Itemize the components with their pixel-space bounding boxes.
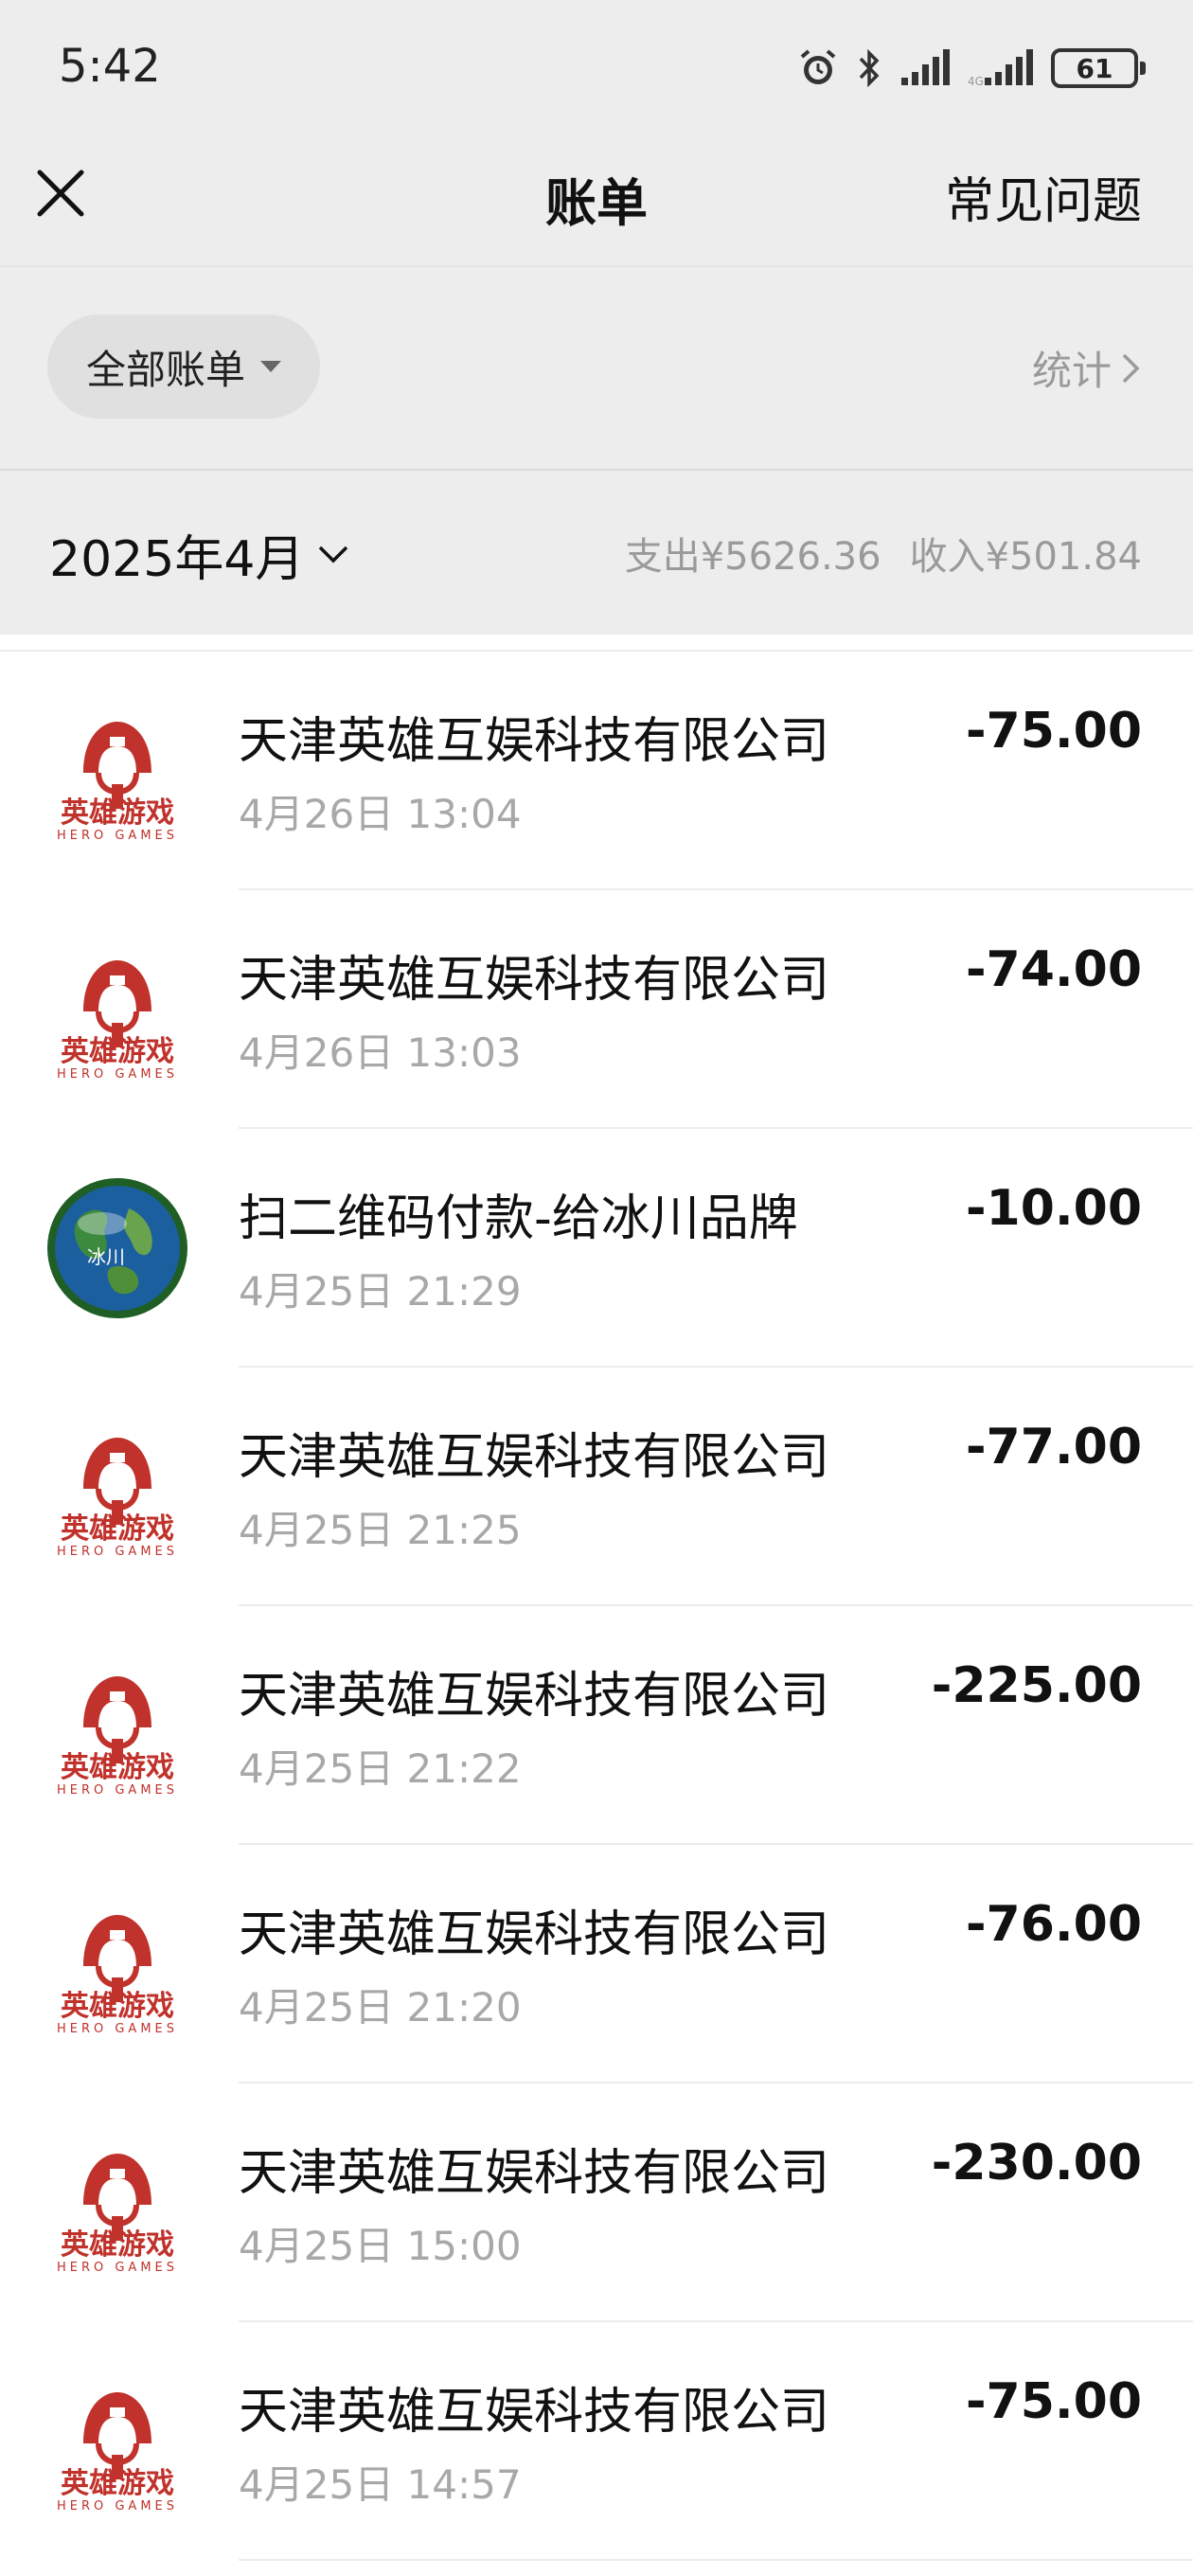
transaction-date: 4月25日 15:00 bbox=[239, 2223, 522, 2269]
transaction-item[interactable]: 英雄游戏 HERO GAMES 天津英雄互娱科技有限公司 4月25日 15:00 -… bbox=[0, 2084, 1193, 2322]
transaction-date: 4月25日 14:57 bbox=[239, 2461, 522, 2508]
chevron-right-icon bbox=[1122, 353, 1140, 383]
transaction-date: 4月25日 21:20 bbox=[239, 1984, 522, 2030]
income-total: 收入¥501.84 bbox=[909, 535, 1142, 579]
logo-subtext: HERO GAMES bbox=[57, 2022, 178, 2036]
bill-filter-label: 全部账单 bbox=[85, 346, 245, 393]
transaction-amount: -10.00 bbox=[965, 1180, 1142, 1237]
transaction-date: 4月26日 13:03 bbox=[239, 1029, 522, 1076]
signal-icon bbox=[901, 49, 950, 85]
logo-subtext: HERO GAMES bbox=[57, 829, 178, 843]
transaction-item[interactable]: 英雄游戏 HERO GAMES 天津英雄互娱科技有限公司 4月26日 13:04 -… bbox=[0, 652, 1193, 890]
divider bbox=[239, 2559, 1193, 2561]
logo-text: 英雄游戏 bbox=[61, 1035, 174, 1068]
hero-games-logo-icon: 英雄游戏 HERO GAMES bbox=[45, 2370, 189, 2513]
transaction-item[interactable]: 英雄游戏 HERO GAMES 天津英雄互娱科技有限公司 4月25日 21:22 -… bbox=[0, 1606, 1193, 1845]
transaction-date: 4月25日 21:22 bbox=[239, 1745, 522, 1792]
merchant-name: 天津英雄互娱科技有限公司 bbox=[239, 713, 830, 770]
transaction-amount: -75.00 bbox=[965, 703, 1142, 760]
logo-subtext: HERO GAMES bbox=[57, 2261, 178, 2275]
chevron-down-icon bbox=[319, 546, 348, 563]
bill-filter-button[interactable]: 全部账单 bbox=[47, 314, 320, 419]
transaction-amount: -230.00 bbox=[931, 2135, 1142, 2191]
transaction-amount: -75.00 bbox=[965, 2373, 1142, 2430]
divider bbox=[0, 469, 1193, 471]
transaction-date: 4月25日 21:29 bbox=[239, 1268, 522, 1315]
logo-text: 英雄游戏 bbox=[61, 1512, 174, 1546]
transaction-item[interactable]: 英雄游戏 HERO GAMES 天津英雄互娱科技有限公司 4月25日 21:25 -… bbox=[0, 1368, 1193, 1606]
transaction-item[interactable]: 冰川 扫二维码付款-给冰川品牌 4月25日 21:29 -10.00 bbox=[0, 1129, 1193, 1368]
faq-link[interactable]: 常见问题 bbox=[945, 161, 1142, 232]
month-label: 2025年4月 bbox=[49, 531, 305, 588]
alarm-icon bbox=[800, 49, 836, 84]
month-selector[interactable]: 2025年4月 bbox=[49, 519, 349, 590]
logo-text: 英雄游戏 bbox=[61, 2467, 174, 2500]
earth-avatar-icon: 冰川 bbox=[45, 1176, 189, 1320]
hero-games-logo-icon: 英雄游戏 HERO GAMES bbox=[45, 938, 189, 1082]
transaction-amount: -76.00 bbox=[965, 1896, 1142, 1953]
merchant-name: 扫二维码付款-给冰川品牌 bbox=[239, 1190, 798, 1247]
transaction-item[interactable]: 英雄游戏 HERO GAMES 天津英雄互娱科技有限公司 4月25日 14:57 -… bbox=[0, 2322, 1193, 2561]
divider bbox=[0, 265, 1193, 267]
merchant-name: 天津英雄互娱科技有限公司 bbox=[239, 2384, 830, 2441]
signal-icon: 4G bbox=[968, 49, 1033, 87]
battery-level: 61 bbox=[1076, 52, 1113, 84]
merchant-name: 天津英雄互娱科技有限公司 bbox=[239, 1906, 830, 1963]
transaction-list: 英雄游戏 HERO GAMES 天津英雄互娱科技有限公司 4月26日 13:04 -… bbox=[0, 652, 1193, 2561]
hero-games-logo-icon: 英雄游戏 HERO GAMES bbox=[45, 1892, 189, 2036]
transaction-amount: -77.00 bbox=[965, 1419, 1142, 1476]
merchant-name: 天津英雄互娱科技有限公司 bbox=[239, 952, 830, 1009]
svg-text:4G: 4G bbox=[968, 75, 984, 87]
hero-games-logo-icon: 英雄游戏 HERO GAMES bbox=[45, 699, 189, 843]
logo-subtext: HERO GAMES bbox=[57, 2499, 178, 2513]
merchant-name: 天津英雄互娱科技有限公司 bbox=[239, 2145, 830, 2202]
transaction-date: 4月25日 21:25 bbox=[239, 1507, 522, 1553]
status-icons: 4G 61 bbox=[797, 42, 1146, 95]
transaction-amount: -74.00 bbox=[965, 941, 1142, 998]
hero-games-logo-icon: 英雄游戏 HERO GAMES bbox=[45, 2131, 189, 2275]
caret-down-icon bbox=[260, 361, 281, 372]
stats-link[interactable]: 统计 bbox=[1032, 339, 1140, 397]
logo-text: 英雄游戏 bbox=[61, 1990, 174, 2023]
merchant-name: 天津英雄互娱科技有限公司 bbox=[239, 1668, 830, 1725]
transaction-item[interactable]: 英雄游戏 HERO GAMES 天津英雄互娱科技有限公司 4月26日 13:03 -… bbox=[0, 890, 1193, 1129]
logo-text: 英雄游戏 bbox=[61, 796, 174, 830]
transaction-date: 4月26日 13:04 bbox=[239, 791, 522, 837]
status-time: 5:42 bbox=[59, 40, 161, 93]
expense-total: 支出¥5626.36 bbox=[624, 535, 881, 579]
logo-subtext: HERO GAMES bbox=[57, 1545, 178, 1559]
merchant-name: 天津英雄互娱科技有限公司 bbox=[239, 1429, 830, 1486]
transaction-item[interactable]: 英雄游戏 HERO GAMES 天津英雄互娱科技有限公司 4月25日 21:20 -… bbox=[0, 1845, 1193, 2084]
hero-games-logo-icon: 英雄游戏 HERO GAMES bbox=[45, 1415, 189, 1559]
logo-subtext: HERO GAMES bbox=[57, 1067, 178, 1082]
logo-subtext: HERO GAMES bbox=[57, 1783, 178, 1798]
logo-text: 英雄游戏 bbox=[61, 2228, 174, 2262]
bluetooth-icon bbox=[859, 48, 880, 88]
battery-icon: 61 bbox=[1051, 48, 1146, 88]
hero-games-logo-icon: 英雄游戏 HERO GAMES bbox=[45, 1654, 189, 1798]
stats-label: 统计 bbox=[1031, 348, 1112, 394]
transaction-amount: -225.00 bbox=[931, 1657, 1142, 1714]
logo-text: 英雄游戏 bbox=[61, 1751, 174, 1784]
avatar-text: 冰川 bbox=[87, 1245, 125, 1268]
month-summary: 支出¥5626.36 收入¥501.84 bbox=[625, 526, 1142, 581]
